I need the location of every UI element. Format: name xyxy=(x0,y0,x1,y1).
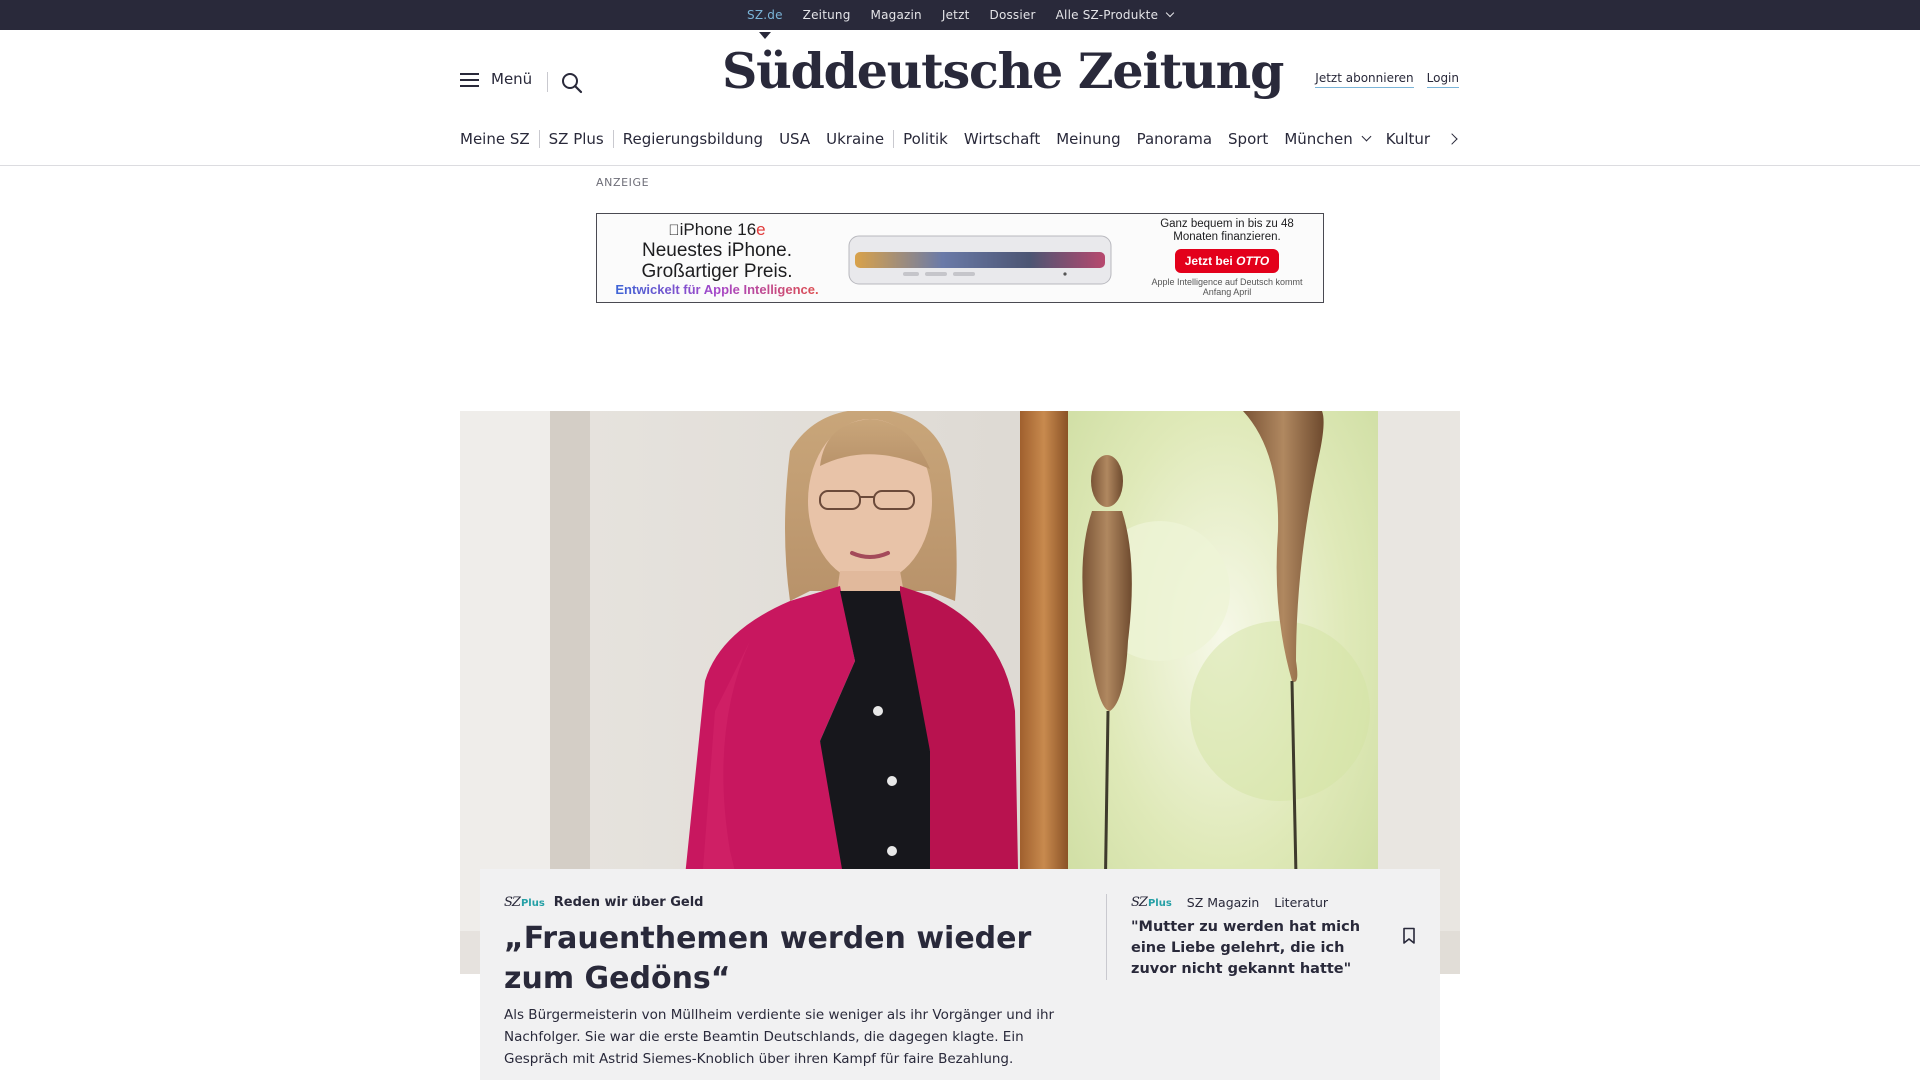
nav-item-sz-plus[interactable]: SZ Plus xyxy=(549,130,604,148)
site-logo[interactable]: Süddeutsche Zeitung xyxy=(722,42,1284,100)
nav-divider xyxy=(0,165,1920,166)
nav-separator xyxy=(893,130,895,148)
topbar-item-zeitung[interactable]: Zeitung xyxy=(803,8,851,22)
topbar-item-alle-produkte-label: Alle SZ-Produkte xyxy=(1055,8,1159,22)
search-button[interactable] xyxy=(560,71,584,95)
nav-item-kultur[interactable]: Kultur xyxy=(1386,130,1430,148)
side-teaser-kicker: SZ Plus SZ Magazin Literatur xyxy=(1131,895,1328,910)
ad-financing-text: Ganz bequem in bis zu 48 Monaten finanzi… xyxy=(1160,218,1294,243)
teaser-summary: Als Bürgermeisterin von Müllheim verdien… xyxy=(504,1007,1055,1067)
category-nav: Meine SZ SZ Plus Regierungsbildung USA U… xyxy=(460,126,1446,152)
nav-separator xyxy=(612,130,614,148)
chevron-right-icon[interactable] xyxy=(1446,131,1460,147)
nav-item-wirtschaft[interactable]: Wirtschaft xyxy=(964,130,1040,148)
ad-product-suffix: e xyxy=(750,220,765,239)
menu-button[interactable]: Menü xyxy=(460,70,532,88)
chevron-down-icon xyxy=(1361,131,1372,141)
ad-banner[interactable]: iPhone 16e Neuestes iPhone. Großartiger… xyxy=(596,213,1324,303)
ad-line-2: Großartiger Preis. xyxy=(641,261,793,282)
header-divider xyxy=(547,72,548,92)
article-teaser-card: SZ Plus Reden wir über Geld „Frauenthemen… xyxy=(480,869,1440,1080)
ad-line-3: Entwickelt für Apple Intelligence. xyxy=(597,282,837,297)
bookmark-icon xyxy=(1403,927,1415,944)
ad-cta-prefix: Jetzt bei xyxy=(1184,254,1233,268)
hamburger-icon xyxy=(460,72,479,87)
sz-plus-badge-sz: SZ xyxy=(1131,895,1148,910)
top-bar: SZ.de Zeitung Magazin Jetzt Dossier Alle… xyxy=(0,0,1920,39)
search-icon xyxy=(562,73,583,94)
nav-item-muenchen-label: München xyxy=(1284,130,1353,148)
nav-separator xyxy=(538,130,540,148)
ad-product-label: iPhone 16 xyxy=(673,220,757,239)
nav-item-panorama[interactable]: Panorama xyxy=(1137,130,1212,148)
topbar-item-sz-de[interactable]: SZ.de xyxy=(747,8,783,39)
login-link[interactable]: Login xyxy=(1426,71,1459,88)
card-divider xyxy=(1106,894,1107,980)
ad-label: ANZEIGE xyxy=(596,176,650,189)
apple-logo-icon:  xyxy=(668,222,679,239)
nav-item-ukraine[interactable]: Ukraine xyxy=(826,130,884,148)
side-teaser-title[interactable]: "Mutter zu werden hat mich eine Liebe ge… xyxy=(1131,917,1381,980)
nav-item-politik[interactable]: Politik xyxy=(903,130,948,148)
sz-plus-badge-sz: SZ xyxy=(504,895,521,910)
nav-item-meinung[interactable]: Meinung xyxy=(1056,130,1120,148)
sz-plus-badge-plus: Plus xyxy=(520,898,545,909)
nav-item-usa[interactable]: USA xyxy=(779,130,810,148)
nav-item-regierungsbildung[interactable]: Regierungsbildung xyxy=(623,130,763,148)
bookmark-button[interactable] xyxy=(1402,927,1416,945)
topbar-item-jetzt[interactable]: Jetzt xyxy=(942,8,970,22)
teaser-kicker: SZ Plus Reden wir über Geld xyxy=(504,895,703,910)
header-account-links: Jetzt abonnieren Login xyxy=(1315,71,1459,88)
chevron-down-icon xyxy=(1165,8,1175,18)
ad-product-name: iPhone 16e xyxy=(597,220,837,240)
menu-label: Menü xyxy=(491,70,533,88)
teaser-kicker-title: Reden wir über Geld xyxy=(553,895,704,910)
nav-item-sport[interactable]: Sport xyxy=(1228,130,1268,148)
sz-plus-badge: SZ Plus xyxy=(504,895,545,910)
sz-plus-badge-plus: Plus xyxy=(1147,898,1172,909)
ad-disclaimer: Apple Intelligence auf Deutsch kommt Anf… xyxy=(1151,277,1303,297)
ad-phone-image xyxy=(848,235,1112,285)
side-teaser-category: Literatur xyxy=(1274,895,1329,910)
ad-cta-area: Ganz bequem in bis zu 48 Monaten finanzi… xyxy=(1147,218,1307,297)
ad-copy: iPhone 16e Neuestes iPhone. Großartiger… xyxy=(597,220,837,297)
topbar-item-magazin[interactable]: Magazin xyxy=(871,8,922,22)
topbar-item-dossier[interactable]: Dossier xyxy=(990,8,1036,22)
ad-line-1: Neuestes iPhone. xyxy=(642,240,792,261)
top-bar-nav: SZ.de Zeitung Magazin Jetzt Dossier Alle… xyxy=(747,0,1193,39)
sz-plus-badge: SZ Plus xyxy=(1131,895,1172,910)
subscribe-link[interactable]: Jetzt abonnieren xyxy=(1315,71,1414,88)
ad-cta-brand: OTTO xyxy=(1236,254,1270,268)
side-teaser-section: SZ Magazin xyxy=(1186,895,1260,910)
nav-item-muenchen[interactable]: München xyxy=(1284,130,1372,148)
teaser-headline[interactable]: „Frauenthemen werden wieder zum Gedöns“ xyxy=(504,919,1104,999)
ad-cta-button[interactable]: Jetzt bei OTTO xyxy=(1174,249,1280,273)
nav-item-meine-sz[interactable]: Meine SZ xyxy=(460,130,530,148)
topbar-item-alle-produkte[interactable]: Alle SZ-Produkte xyxy=(1055,8,1175,22)
